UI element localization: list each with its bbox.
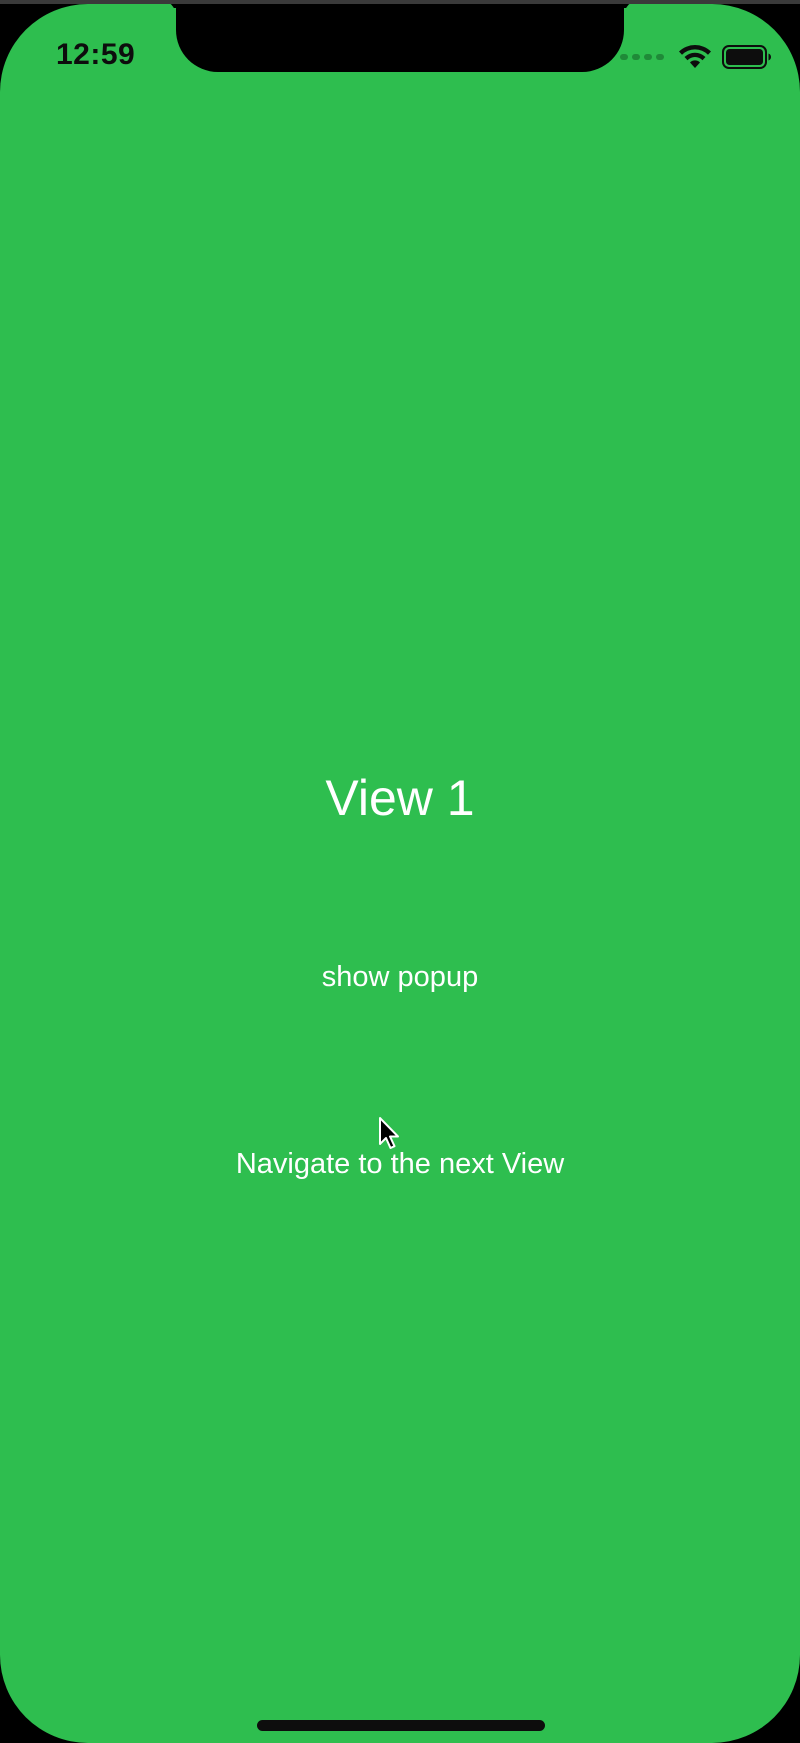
signal-dots-icon (620, 54, 664, 60)
navigate-next-view-button[interactable]: Navigate to the next View (0, 1148, 800, 1181)
status-icons (620, 44, 772, 70)
home-indicator[interactable] (257, 1720, 545, 1731)
wifi-icon (679, 45, 711, 68)
battery-icon (722, 45, 771, 69)
device-frame: 12:59 View 1 show popup Navigate to the … (0, 0, 800, 1743)
status-time: 12:59 (56, 38, 136, 71)
app-screen: 12:59 View 1 show popup Navigate to the … (0, 4, 800, 1743)
show-popup-button[interactable]: show popup (0, 961, 800, 994)
notch (176, 4, 624, 72)
page-title: View 1 (325, 770, 475, 826)
mouse-cursor-icon (379, 1117, 399, 1149)
